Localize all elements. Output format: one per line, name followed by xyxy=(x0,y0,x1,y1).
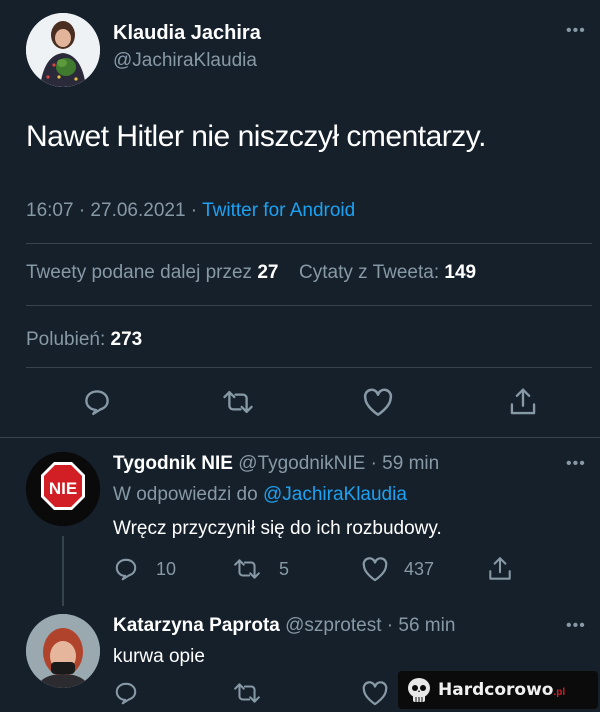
engagement-stats: Tweety podane dalej przez 27 Cytaty z Tw… xyxy=(26,262,476,284)
retweet-icon[interactable] xyxy=(222,387,254,417)
main-author-name[interactable]: Klaudia Jachira xyxy=(113,22,261,45)
reply-to-label: W odpowiedzi do xyxy=(113,484,258,505)
likes-label: Polubień: xyxy=(26,329,106,350)
person-avatar-image xyxy=(26,13,100,87)
reply-author-avatar[interactable] xyxy=(26,614,100,688)
reply-icon[interactable] xyxy=(82,387,112,417)
divider xyxy=(26,305,592,306)
main-tweet-text: Nawet Hitler nie niszczył cmentarzy. xyxy=(26,120,486,153)
tweet-meta: 16:07 · 27.06.2021 · Twitter for Android xyxy=(26,200,355,222)
watermark-suffix: .pl xyxy=(553,687,566,698)
reply-header: Tygodnik NIE @TygodnikNIE · 59 min xyxy=(113,453,439,475)
divider xyxy=(26,367,592,368)
thread-connector xyxy=(62,536,64,606)
stop-sign-logo: NIE xyxy=(26,452,100,526)
reply-icon[interactable] xyxy=(113,556,139,582)
more-options-icon[interactable]: ••• xyxy=(566,455,586,473)
reply-time: · 59 min xyxy=(370,453,440,474)
like-icon[interactable] xyxy=(362,387,394,417)
divider xyxy=(26,243,592,244)
reply-to-line: W odpowiedzi do @JachiraKlaudia xyxy=(113,484,407,506)
reply-text: kurwa opie xyxy=(113,646,205,667)
watermark-text: Hardcorowo xyxy=(438,680,554,700)
more-options-icon[interactable]: ••• xyxy=(566,617,586,635)
likes-count: 273 xyxy=(110,329,143,350)
like-count: 437 xyxy=(404,559,435,579)
retweets-count[interactable]: 27 xyxy=(257,262,278,283)
tweet-source-link[interactable]: Twitter for Android xyxy=(202,200,355,221)
tweet-timestamp: 16:07 · 27.06.2021 · xyxy=(26,200,198,221)
retweets-label: Tweety podane dalej przez xyxy=(26,262,253,283)
reply-time: · 56 min xyxy=(386,615,456,636)
reply-header: Katarzyna Paprota @szprotest · 56 min xyxy=(113,615,455,637)
main-author-handle[interactable]: @JachiraKlaudia xyxy=(113,50,257,72)
reply-icon[interactable] xyxy=(113,680,139,706)
reply-author-handle[interactable]: @TygodnikNIE xyxy=(238,453,365,474)
likes-stat[interactable]: Polubień: 273 xyxy=(26,329,142,351)
retweet-icon[interactable] xyxy=(233,680,261,706)
like-icon[interactable] xyxy=(361,680,389,706)
reply-text: Wręcz przyczynił się do ich rozbudowy. xyxy=(113,518,442,539)
skull-logo-icon xyxy=(408,678,430,702)
reply-author-name[interactable]: Katarzyna Paprota xyxy=(113,615,280,636)
divider xyxy=(0,437,600,438)
share-icon[interactable] xyxy=(508,386,538,418)
quotes-label: Cytaty z Tweeta: xyxy=(299,262,440,283)
reply-author-name[interactable]: Tygodnik NIE xyxy=(113,453,233,474)
reply-to-handle[interactable]: @JachiraKlaudia xyxy=(263,484,407,505)
watermark-text-wrap: Hardcorowo.pl xyxy=(438,680,565,700)
like-icon[interactable] xyxy=(361,556,389,582)
watermark: Hardcorowo.pl xyxy=(398,671,598,709)
reply-author-avatar[interactable]: NIE xyxy=(26,452,100,526)
svg-text:NIE: NIE xyxy=(49,479,77,498)
reply-count: 10 xyxy=(156,559,177,579)
main-author-avatar[interactable] xyxy=(26,13,100,87)
share-icon[interactable] xyxy=(487,555,513,583)
retweet-count: 5 xyxy=(279,559,290,579)
person-avatar-image xyxy=(26,614,100,688)
quotes-count[interactable]: 149 xyxy=(444,262,476,283)
more-options-icon[interactable]: ••• xyxy=(566,22,586,40)
reply-author-handle[interactable]: @szprotest xyxy=(285,615,381,636)
retweet-icon[interactable] xyxy=(233,556,261,582)
